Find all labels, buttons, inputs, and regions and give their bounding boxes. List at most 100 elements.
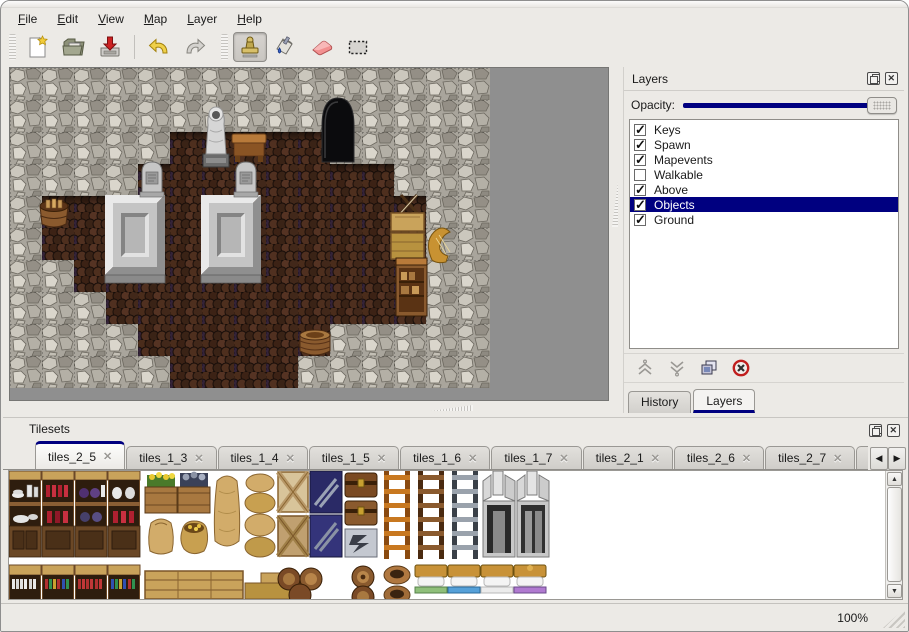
tileset-tab[interactable]: tiles_1_6✕: [400, 446, 490, 469]
tile-open-sack[interactable]: [181, 521, 208, 554]
tile-sack-pile[interactable]: [245, 474, 275, 557]
scroll-tabs-right-icon[interactable]: ▶: [888, 447, 906, 470]
menu-edit[interactable]: Edit: [48, 10, 87, 28]
tile-emblem[interactable]: [345, 529, 377, 557]
tileset-tab[interactable]: tiles_1_5✕: [309, 446, 399, 469]
menu-layer[interactable]: Layer: [178, 10, 226, 28]
close-tab-icon[interactable]: ✕: [651, 452, 660, 465]
opacity-slider-handle[interactable]: [867, 97, 897, 114]
tile-shelf-books[interactable]: [42, 565, 74, 599]
layer-visibility-checkbox[interactable]: [634, 124, 646, 136]
tile-shelf-books[interactable]: [108, 565, 140, 599]
close-panel-icon[interactable]: [885, 72, 898, 85]
close-tab-icon[interactable]: ✕: [103, 450, 112, 463]
layer-row[interactable]: Objects: [630, 197, 898, 212]
menu-file[interactable]: File: [9, 10, 46, 28]
tile-stone-arch[interactable]: [483, 471, 515, 557]
map-view[interactable]: [9, 67, 609, 401]
redo-button[interactable]: [178, 32, 212, 62]
tile-bed-white[interactable]: [481, 565, 513, 593]
close-tab-icon[interactable]: ✕: [468, 452, 477, 465]
menu-map[interactable]: Map: [135, 10, 176, 28]
tile-bed-green[interactable]: [415, 565, 447, 593]
close-tab-icon[interactable]: ✕: [377, 452, 386, 465]
tileset-tab[interactable]: tiles_1_4✕: [218, 446, 308, 469]
opacity-slider[interactable]: [683, 96, 897, 114]
tile-tall-sack[interactable]: [214, 476, 239, 546]
layer-visibility-checkbox[interactable]: [634, 199, 646, 211]
tileset-tab[interactable]: tiles_2_1✕: [583, 446, 673, 469]
eraser-tool-button[interactable]: [305, 32, 339, 62]
tile-shelf-books[interactable]: [9, 565, 41, 599]
tile-barrels[interactable]: [352, 566, 374, 599]
layer-row[interactable]: Keys: [630, 122, 898, 137]
scrollbar-thumb[interactable]: [887, 487, 902, 582]
fill-tool-button[interactable]: [269, 32, 303, 62]
tile-clay-pots[interactable]: [384, 566, 410, 599]
tile-crate-x[interactable]: [278, 472, 308, 512]
tileset-tab[interactable]: tiles_2_5✕: [35, 441, 125, 469]
duplicate-layer-icon[interactable]: [700, 359, 718, 377]
tile-ladder-orange[interactable]: [384, 471, 410, 559]
rect-select-tool-button[interactable]: [341, 32, 375, 62]
layer-visibility-checkbox[interactable]: [634, 214, 646, 226]
layer-row[interactable]: Above: [630, 182, 898, 197]
tile-flower-box[interactable]: [145, 472, 177, 513]
scroll-down-icon[interactable]: ▼: [887, 584, 902, 598]
tile-bed-purple[interactable]: [514, 565, 546, 593]
menu-help[interactable]: Help: [228, 10, 271, 28]
open-file-button[interactable]: [57, 32, 91, 62]
tile-dark-crate[interactable]: [310, 471, 342, 557]
layer-row[interactable]: Spawn: [630, 137, 898, 152]
tile-crate-x-dark[interactable]: [278, 516, 308, 556]
tile-chest[interactable]: [345, 473, 377, 525]
tile-wide-crate[interactable]: [145, 571, 243, 599]
vertical-splitter[interactable]: [611, 67, 620, 401]
scroll-tabs-left-icon[interactable]: ◀: [870, 447, 888, 470]
scroll-up-icon[interactable]: ▲: [887, 472, 902, 486]
float-panel-icon[interactable]: [867, 72, 880, 85]
toolbar-drag-handle[interactable]: [9, 34, 16, 60]
tile-shelf-dishes[interactable]: [9, 471, 41, 557]
new-file-button[interactable]: [21, 32, 55, 62]
undo-button[interactable]: [142, 32, 176, 62]
tile-stone-arch[interactable]: [517, 471, 549, 557]
move-layer-down-icon[interactable]: [668, 359, 686, 377]
tileset-tab[interactable]: tiles_: [856, 446, 868, 469]
tileset-tab[interactable]: tiles_2_6✕: [674, 446, 764, 469]
close-tab-icon[interactable]: ✕: [833, 452, 842, 465]
move-layer-up-icon[interactable]: [636, 359, 654, 377]
tileset-tab[interactable]: tiles_2_7✕: [765, 446, 855, 469]
tile-shelf-jugs[interactable]: [108, 471, 140, 557]
layer-visibility-checkbox[interactable]: [634, 139, 646, 151]
tile-stone-box[interactable]: [178, 472, 210, 513]
tile-ladder-brown[interactable]: [418, 471, 444, 559]
tile-shelf-books[interactable]: [75, 565, 107, 599]
tab-history[interactable]: History: [628, 391, 691, 413]
tile-bed-blue[interactable]: [448, 565, 480, 593]
layer-visibility-checkbox[interactable]: [634, 154, 646, 166]
layer-visibility-checkbox[interactable]: [634, 169, 646, 181]
tileset-tab[interactable]: tiles_1_7✕: [491, 446, 581, 469]
close-tab-icon[interactable]: ✕: [742, 452, 751, 465]
tab-layers[interactable]: Layers: [693, 389, 755, 413]
tile-ladder-gray[interactable]: [452, 471, 478, 559]
layer-row[interactable]: Walkable: [630, 167, 898, 182]
layer-visibility-checkbox[interactable]: [634, 184, 646, 196]
save-button[interactable]: [93, 32, 127, 62]
close-tab-icon[interactable]: ✕: [559, 452, 568, 465]
tileset-canvas[interactable]: [9, 471, 869, 599]
close-tab-icon[interactable]: ✕: [286, 452, 295, 465]
map-canvas[interactable]: [10, 68, 491, 389]
tileset-tab[interactable]: tiles_1_3✕: [126, 446, 216, 469]
horizontal-splitter[interactable]: [5, 403, 617, 414]
tile-sack[interactable]: [149, 519, 174, 554]
layer-row[interactable]: Ground: [630, 212, 898, 227]
close-tab-icon[interactable]: ✕: [194, 452, 203, 465]
resize-grip[interactable]: [883, 608, 905, 628]
tile-shelf-jars[interactable]: [75, 471, 107, 557]
tile-shelf-red-bottles[interactable]: [42, 471, 74, 557]
delete-layer-icon[interactable]: [732, 359, 750, 377]
close-panel-icon[interactable]: [887, 424, 900, 437]
float-panel-icon[interactable]: [869, 424, 882, 437]
